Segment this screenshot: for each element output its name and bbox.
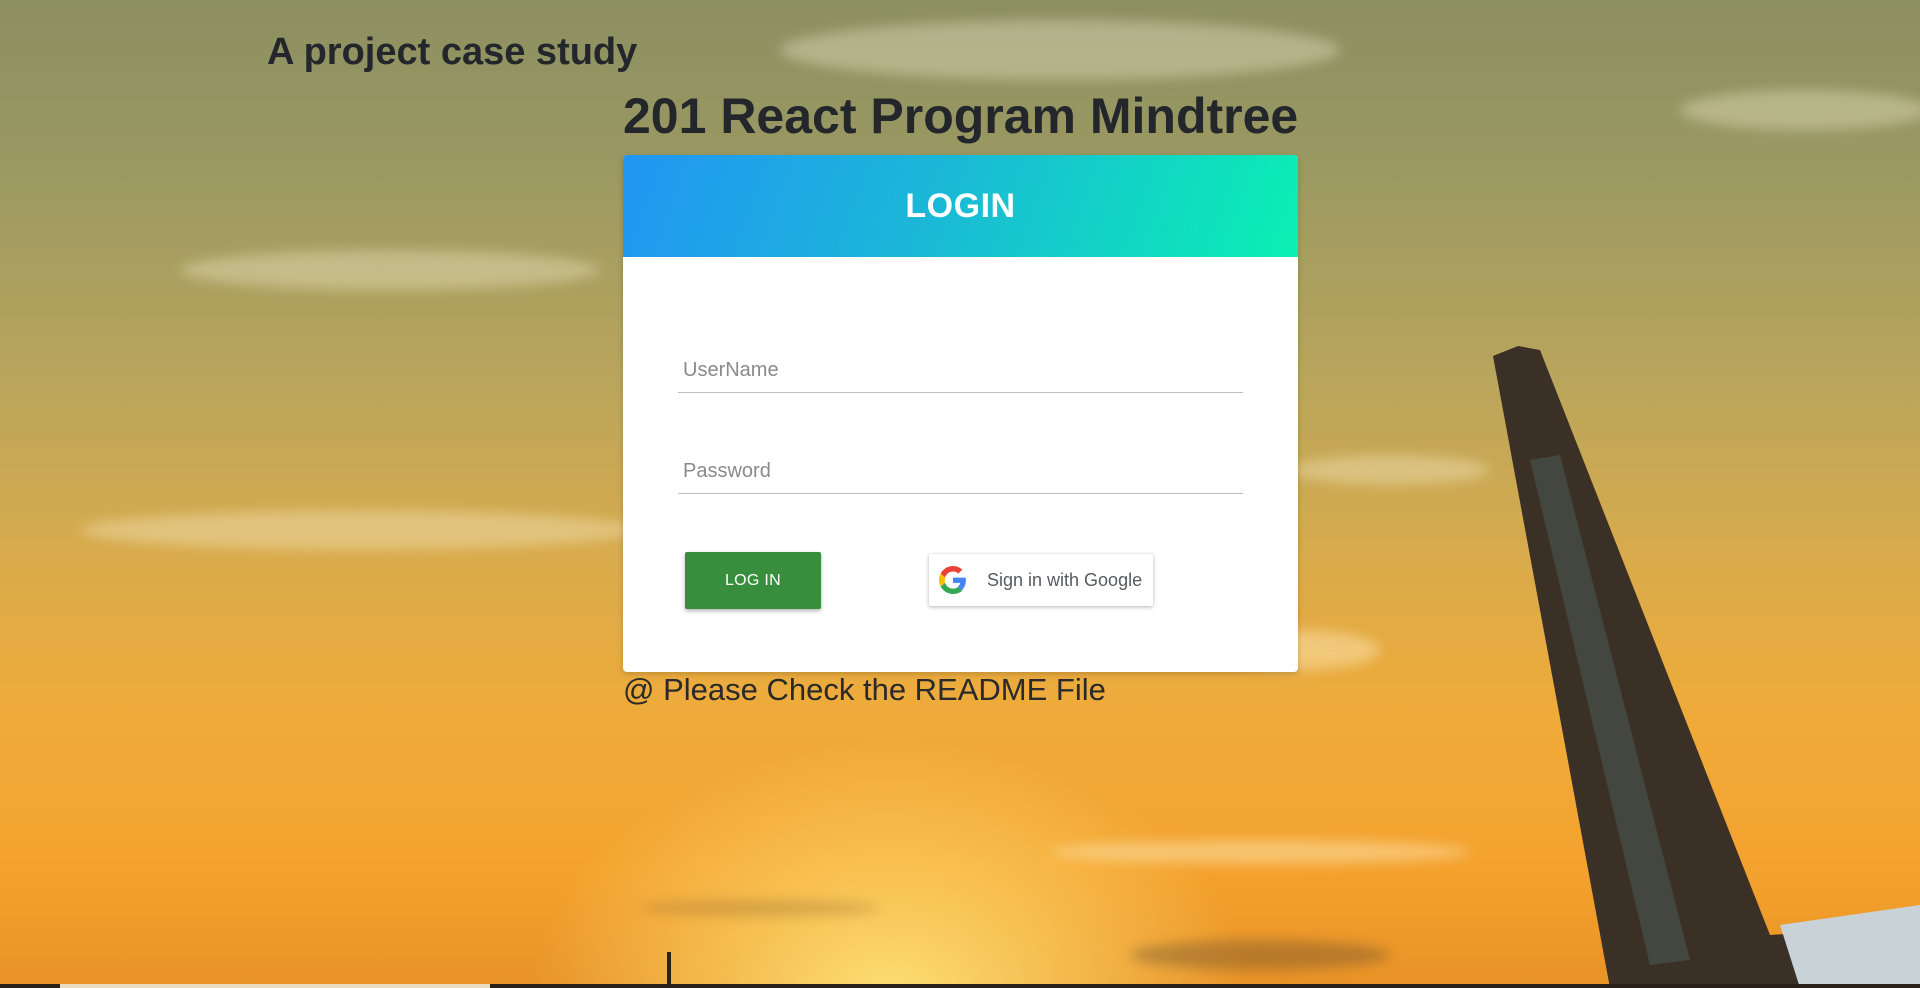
- username-input[interactable]: [678, 349, 1243, 393]
- google-signin-button[interactable]: Sign in with Google: [929, 554, 1153, 606]
- login-button[interactable]: LOG IN: [685, 552, 821, 609]
- pole-shape: [667, 952, 671, 984]
- airplane-tail-shape: [1493, 346, 1920, 988]
- page-subtitle: A project case study: [267, 31, 638, 73]
- login-card: LOGIN LOG IN Sign in with Google: [623, 155, 1298, 672]
- google-signin-label: Sign in with Google: [987, 569, 1143, 590]
- page-title: 201 React Program Mindtree: [623, 88, 1299, 144]
- login-card-title: LOGIN: [905, 186, 1016, 225]
- bottom-strip-highlight: [60, 984, 490, 988]
- login-card-header: LOGIN: [623, 155, 1298, 257]
- airplane-fuselage-shape: [1780, 905, 1920, 988]
- password-input[interactable]: [678, 450, 1243, 494]
- readme-note: @ Please Check the README File: [623, 672, 1106, 707]
- google-g-icon: [939, 566, 967, 594]
